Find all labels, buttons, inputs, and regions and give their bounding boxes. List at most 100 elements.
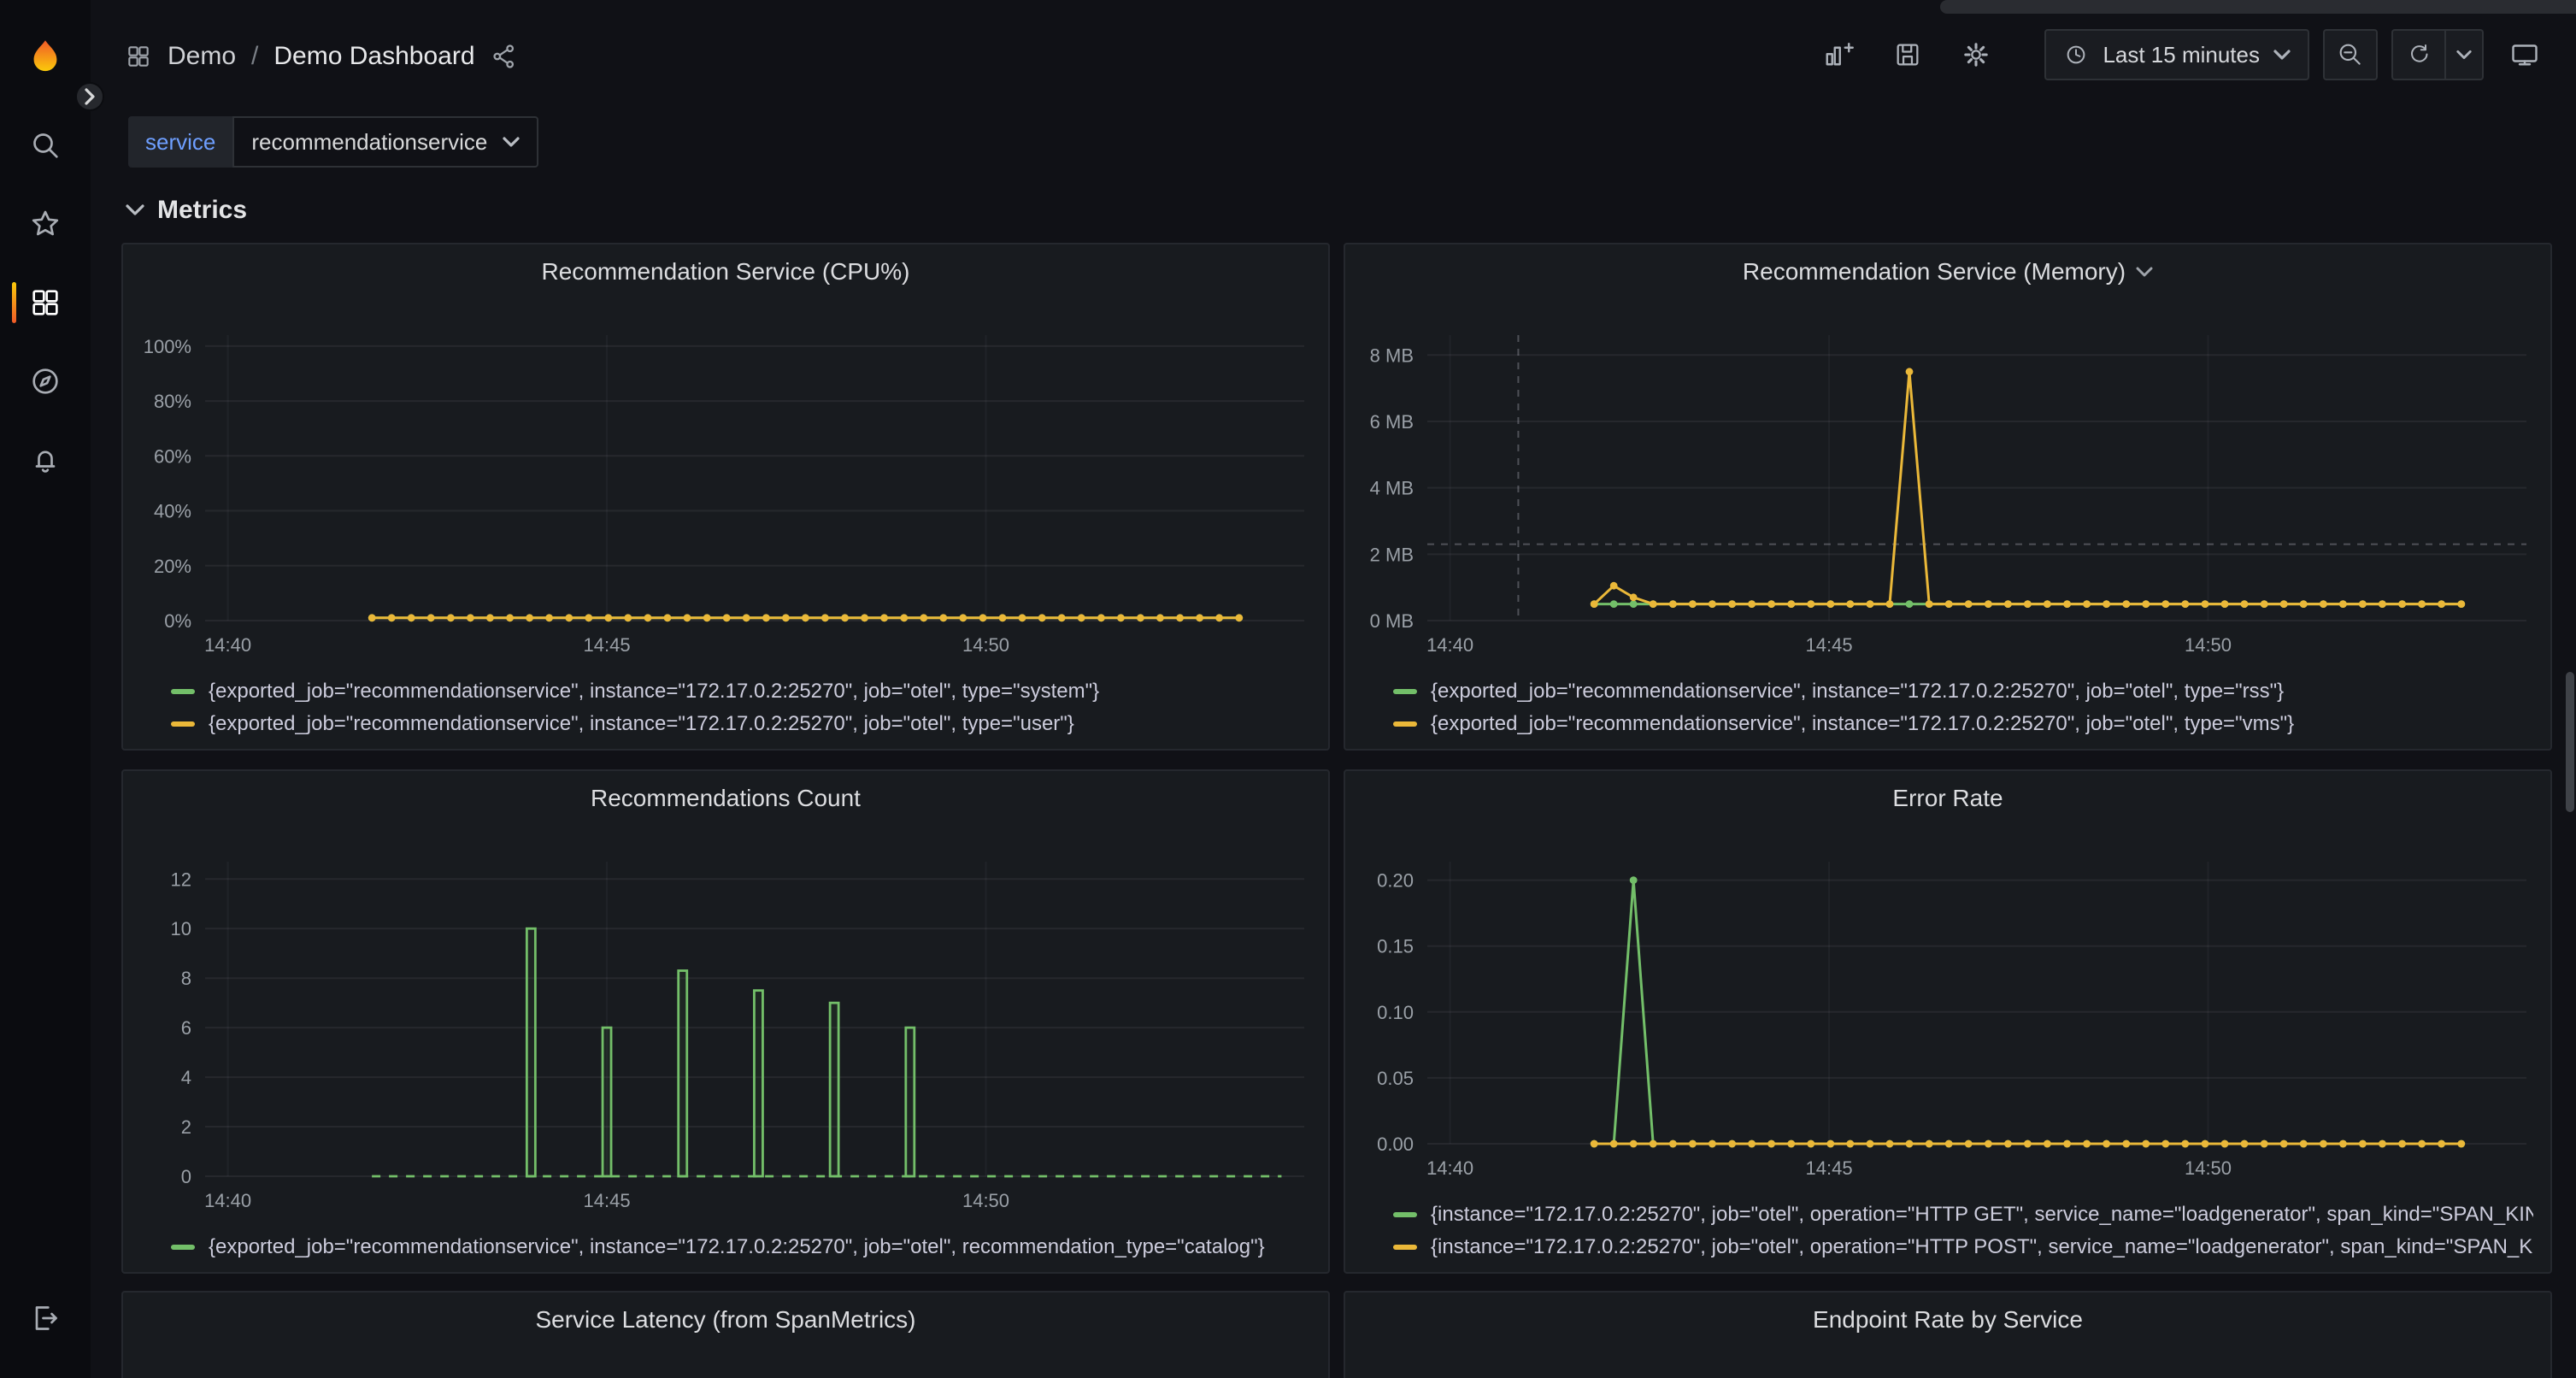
panel-title[interactable]: Error Rate [1345, 780, 2550, 817]
sidebar-item-sign-out[interactable] [0, 1279, 91, 1357]
svg-text:0.20: 0.20 [1377, 870, 1414, 892]
panel-recommendations-count: Recommendations Count 02468101214:4014:4… [121, 769, 1330, 1274]
svg-text:14:40: 14:40 [1426, 1157, 1473, 1179]
gear-icon [1961, 40, 1991, 69]
grafana-flame-icon [23, 36, 68, 80]
legend-item[interactable]: {instance="172.17.0.2:25270", job="otel"… [1393, 1231, 2533, 1263]
bar-chart: 02468101214:4014:4514:50 [123, 817, 1328, 1228]
clock-icon [2063, 42, 2089, 68]
panel-title-text: Recommendation Service (CPU%) [541, 258, 909, 286]
line-chart: 0%20%40%60%80%100%14:4014:4514:50 [123, 291, 1328, 672]
compass-icon [28, 364, 62, 398]
breadcrumb-current: Demo Dashboard [273, 42, 474, 71]
svg-text:0 MB: 0 MB [1370, 610, 1414, 632]
svg-text:0%: 0% [164, 610, 191, 632]
refresh-button-group [2391, 29, 2484, 80]
legend-swatch [1393, 1212, 1417, 1217]
sidebar-item-explore[interactable] [0, 342, 91, 421]
grafana-logo[interactable] [0, 24, 91, 92]
svg-text:60%: 60% [154, 445, 191, 467]
svg-text:2: 2 [181, 1116, 191, 1138]
panel-error-rate: Error Rate 0.000.050.100.150.2014:4014:4… [1344, 769, 2552, 1274]
legend-label: {exported_job="recommendationservice", i… [1431, 680, 2284, 704]
row-title: Metrics [157, 196, 247, 225]
svg-text:14:45: 14:45 [584, 1190, 631, 1211]
line-chart: 0 MB2 MB4 MB6 MB8 MB14:4014:4514:50 [1345, 291, 2550, 672]
svg-text:14:45: 14:45 [1806, 1157, 1853, 1179]
refresh-button[interactable] [2391, 29, 2446, 80]
svg-text:4: 4 [181, 1067, 191, 1088]
panel-title[interactable]: Recommendations Count [123, 780, 1328, 817]
legend-item[interactable]: {exported_job="recommendationservice", i… [171, 675, 1311, 708]
panel-memory: Recommendation Service (Memory) 0 MB2 MB… [1344, 243, 2552, 751]
zoom-out-icon [2337, 41, 2364, 68]
svg-text:12: 12 [171, 869, 191, 890]
variable-value-dropdown[interactable]: recommendationservice [232, 116, 538, 168]
sidebar-item-starred[interactable] [0, 185, 91, 263]
chevron-down-icon [503, 137, 520, 147]
time-range-label: Last 15 minutes [2103, 42, 2260, 68]
time-range-picker[interactable]: Last 15 minutes [2044, 29, 2309, 80]
save-dashboard-button[interactable] [1880, 29, 1935, 80]
legend-item[interactable]: {exported_job="recommendationservice", i… [171, 708, 1311, 740]
svg-text:14:45: 14:45 [1806, 634, 1853, 656]
share-icon[interactable] [491, 42, 520, 71]
panel-legend: {exported_job="recommendationservice", i… [1393, 675, 2533, 740]
dashboard-settings-button[interactable] [1949, 29, 2003, 80]
legend-swatch [1393, 1245, 1417, 1250]
sidebar-item-alerting[interactable] [0, 421, 91, 499]
sidebar-item-search[interactable] [0, 106, 91, 185]
panel-endpoint-rate: Endpoint Rate by Service [1344, 1291, 2552, 1378]
sidebar-expand-button[interactable] [75, 82, 104, 111]
legend-item[interactable]: {exported_job="recommendationservice", i… [1393, 675, 2533, 708]
svg-text:6: 6 [181, 1017, 191, 1039]
grafana-app: Demo / Demo Dashboard [0, 0, 2576, 1378]
legend-item[interactable]: {exported_job="recommendationservice", i… [171, 1231, 1311, 1263]
panel-title-text: Error Rate [1892, 785, 2003, 812]
row-toggle-metrics[interactable]: Metrics [115, 188, 257, 233]
legend-swatch [171, 1245, 195, 1250]
legend-swatch [1393, 689, 1417, 694]
svg-text:14:50: 14:50 [962, 1190, 1009, 1211]
panel-title[interactable]: Endpoint Rate by Service [1345, 1301, 2550, 1339]
panel-title[interactable]: Recommendation Service (CPU%) [123, 253, 1328, 291]
svg-text:0: 0 [181, 1166, 191, 1187]
svg-text:80%: 80% [154, 391, 191, 412]
svg-text:14:50: 14:50 [962, 634, 1009, 656]
panel-legend: {instance="172.17.0.2:25270", job="otel"… [1393, 1198, 2533, 1263]
scrollbar-thumb[interactable] [2566, 672, 2574, 812]
refresh-interval-dropdown[interactable] [2446, 29, 2484, 80]
legend-swatch [171, 721, 195, 727]
chart-area: 0%20%40%60%80%100%14:4014:4514:50 [123, 291, 1328, 672]
svg-text:6 MB: 6 MB [1370, 411, 1414, 433]
legend-swatch [171, 689, 195, 694]
sidebar [0, 0, 91, 1378]
legend-label: {instance="172.17.0.2:25270", job="otel"… [1431, 1203, 2533, 1227]
svg-text:14:50: 14:50 [2185, 1157, 2232, 1179]
sidebar-item-dashboards[interactable] [0, 263, 91, 342]
panel-title[interactable]: Recommendation Service (Memory) [1345, 253, 2550, 291]
zoom-out-time-button[interactable] [2323, 29, 2378, 80]
panel-title[interactable]: Service Latency (from SpanMetrics) [123, 1301, 1328, 1339]
svg-text:14:45: 14:45 [584, 634, 631, 656]
svg-text:0.00: 0.00 [1377, 1134, 1414, 1155]
legend-item[interactable]: {exported_job="recommendationservice", i… [1393, 708, 2533, 740]
legend-item[interactable]: {instance="172.17.0.2:25270", job="otel"… [1393, 1198, 2533, 1231]
kiosk-mode-button[interactable] [2497, 29, 2552, 80]
bell-icon [28, 443, 62, 477]
chevron-down-icon [2456, 50, 2472, 60]
legend-label: {exported_job="recommendationservice", i… [209, 680, 1099, 704]
svg-text:0.15: 0.15 [1377, 936, 1414, 957]
add-panel-button[interactable] [1812, 29, 1867, 80]
svg-text:14:40: 14:40 [204, 1190, 251, 1211]
breadcrumb-root[interactable]: Demo [168, 42, 236, 71]
monitor-icon [2509, 39, 2540, 70]
panel-cpu: Recommendation Service (CPU%) 0%20%40%60… [121, 243, 1330, 751]
panel-legend: {exported_job="recommendationservice", i… [171, 1231, 1311, 1263]
svg-text:20%: 20% [154, 556, 191, 577]
chevron-down-icon [2273, 50, 2291, 60]
search-icon [28, 128, 62, 162]
panel-menu-chevron-icon[interactable] [2136, 267, 2153, 277]
svg-text:14:50: 14:50 [2185, 634, 2232, 656]
svg-text:8: 8 [181, 968, 191, 989]
